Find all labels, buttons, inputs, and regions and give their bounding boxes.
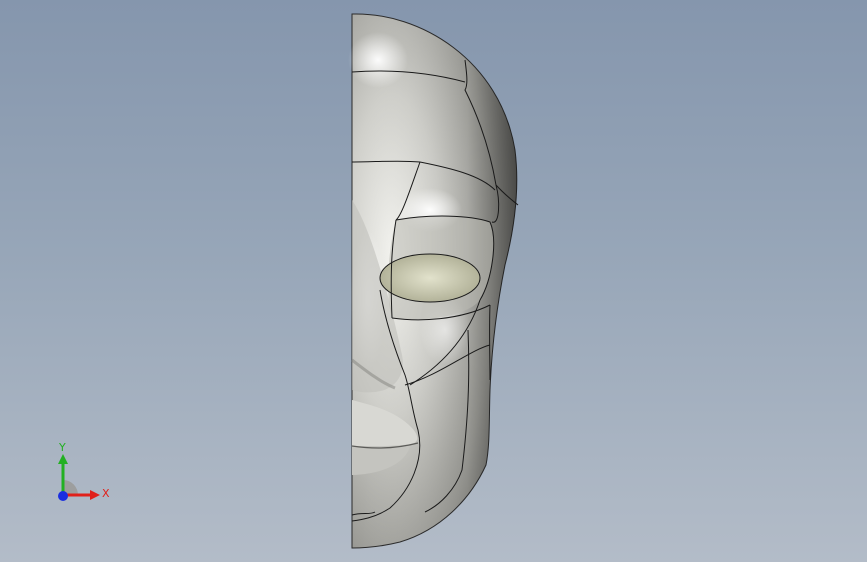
head-model[interactable] [0,0,867,562]
z-axis-dot [58,491,68,501]
graphics-viewport[interactable]: Y X [0,0,867,562]
y-axis-label: Y [59,441,66,454]
x-axis-label: X [102,487,110,500]
eye-opening [379,253,481,303]
